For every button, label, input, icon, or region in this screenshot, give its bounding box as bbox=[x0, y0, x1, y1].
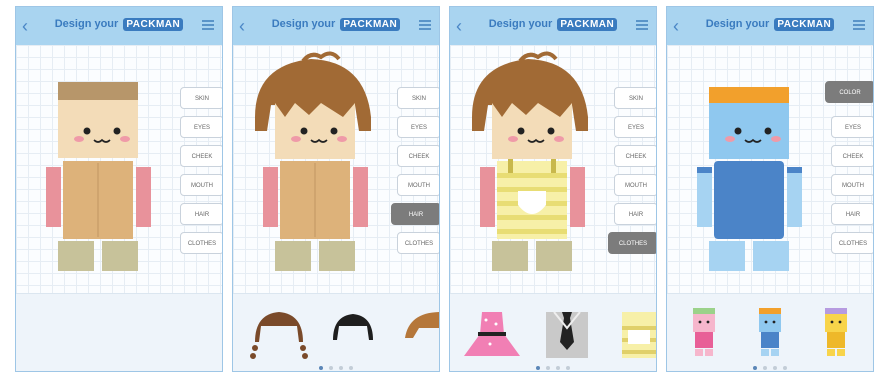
option-mouth[interactable]: MOUTH bbox=[180, 174, 222, 196]
flat-hair bbox=[58, 82, 138, 100]
option-hair[interactable]: HAIR bbox=[614, 203, 656, 225]
title-prefix: Design your bbox=[488, 18, 553, 30]
left-arm bbox=[46, 167, 61, 227]
option-color[interactable]: COLOR bbox=[825, 81, 873, 103]
app-header: ‹ Design your PACKMAN bbox=[233, 7, 439, 45]
character-canvas bbox=[233, 45, 439, 293]
screen-1: ‹ Design your PACKMAN SKIN EYES CHEEK MO… bbox=[15, 6, 223, 372]
pigtails-hair-item bbox=[250, 312, 308, 359]
option-clothes[interactable]: CLOTHES bbox=[831, 232, 873, 254]
option-cheek[interactable]: CHEEK bbox=[180, 145, 222, 167]
item-tray bbox=[450, 293, 656, 371]
page-dots bbox=[450, 366, 656, 370]
left-leg bbox=[58, 241, 94, 271]
option-clothes[interactable]: CLOTHES bbox=[608, 232, 656, 254]
option-skin[interactable]: SKIN bbox=[614, 87, 656, 109]
blue-packman-item bbox=[759, 308, 781, 356]
option-skin[interactable]: SKIN bbox=[180, 87, 222, 109]
title-prefix: Design your bbox=[271, 18, 336, 30]
packman-logo: PACKMAN bbox=[123, 18, 184, 31]
character-canvas bbox=[16, 45, 222, 293]
blue-body bbox=[714, 161, 784, 239]
right-leg bbox=[102, 241, 138, 271]
option-clothes[interactable]: CLOTHES bbox=[397, 232, 439, 254]
left-cheek bbox=[74, 136, 84, 142]
option-mouth[interactable]: MOUTH bbox=[397, 174, 439, 196]
right-cheek bbox=[120, 136, 130, 142]
option-eyes[interactable]: EYES bbox=[831, 116, 873, 138]
right-arm bbox=[136, 167, 151, 227]
menu-icon[interactable] bbox=[636, 18, 648, 32]
option-clothes[interactable]: CLOTHES bbox=[180, 232, 222, 254]
pink-dress-item bbox=[464, 312, 520, 356]
option-eyes[interactable]: EYES bbox=[397, 116, 439, 138]
screen-2: ‹ Design your PACKMAN SKIN EYES CHEEK MO… bbox=[232, 6, 440, 372]
option-eyes[interactable]: EYES bbox=[614, 116, 656, 138]
title-prefix: Design your bbox=[54, 18, 119, 30]
page-dots bbox=[667, 366, 873, 370]
clothes-choices bbox=[464, 311, 656, 358]
orange-hat bbox=[709, 87, 789, 103]
app-header: ‹ Design your PACKMAN bbox=[450, 7, 656, 45]
character-preview bbox=[255, 51, 371, 271]
yellow-overalls-item bbox=[622, 312, 656, 358]
packman-logo: PACKMAN bbox=[557, 18, 618, 31]
packman-logo: PACKMAN bbox=[340, 18, 401, 31]
character-preview bbox=[472, 51, 588, 271]
item-tray bbox=[233, 293, 439, 371]
app-title: Design your PACKMAN bbox=[16, 18, 222, 31]
character-preview bbox=[46, 82, 151, 271]
left-eye bbox=[83, 127, 91, 135]
face bbox=[58, 100, 138, 158]
pink-packman-item bbox=[693, 308, 715, 356]
black-hair-item bbox=[333, 314, 373, 340]
item-tray bbox=[16, 293, 222, 371]
option-skin[interactable]: SKIN bbox=[397, 87, 439, 109]
suit-with-tie-item bbox=[546, 311, 588, 358]
option-mouth[interactable]: MOUTH bbox=[831, 174, 873, 196]
page-dots bbox=[233, 366, 439, 370]
character-canvas bbox=[450, 45, 656, 293]
menu-icon[interactable] bbox=[202, 18, 214, 32]
blue-face bbox=[709, 103, 789, 159]
app-header: ‹ Design your PACKMAN bbox=[16, 7, 222, 45]
title-prefix: Design your bbox=[705, 18, 770, 30]
right-eye bbox=[113, 127, 121, 135]
option-cheek[interactable]: CHEEK bbox=[397, 145, 439, 167]
menu-icon[interactable] bbox=[419, 18, 431, 32]
color-choices bbox=[693, 308, 847, 356]
brown-hair-item bbox=[405, 312, 439, 338]
app-title: Design your PACKMAN bbox=[233, 18, 439, 31]
screen-3: ‹ Design your PACKMAN SKIN EYES CHEEK MO… bbox=[449, 6, 657, 372]
option-hair[interactable]: HAIR bbox=[180, 203, 222, 225]
item-tray bbox=[667, 293, 873, 371]
app-title: Design your PACKMAN bbox=[667, 18, 873, 31]
option-cheek[interactable]: CHEEK bbox=[831, 145, 873, 167]
option-eyes[interactable]: EYES bbox=[180, 116, 222, 138]
menu-icon[interactable] bbox=[853, 18, 865, 32]
app-title: Design your PACKMAN bbox=[450, 18, 656, 31]
packman-logo: PACKMAN bbox=[774, 18, 835, 31]
hair-choices bbox=[250, 312, 439, 359]
yellow-packman-item bbox=[825, 308, 847, 356]
option-hair[interactable]: HAIR bbox=[831, 203, 873, 225]
option-cheek[interactable]: CHEEK bbox=[614, 145, 656, 167]
screen-4: ‹ Design your PACKMAN COLOR EYES CHEEK M… bbox=[666, 6, 874, 372]
app-header: ‹ Design your PACKMAN bbox=[667, 7, 873, 45]
yellow-overalls bbox=[497, 159, 567, 239]
option-hair[interactable]: HAIR bbox=[391, 203, 439, 225]
option-mouth[interactable]: MOUTH bbox=[614, 174, 656, 196]
